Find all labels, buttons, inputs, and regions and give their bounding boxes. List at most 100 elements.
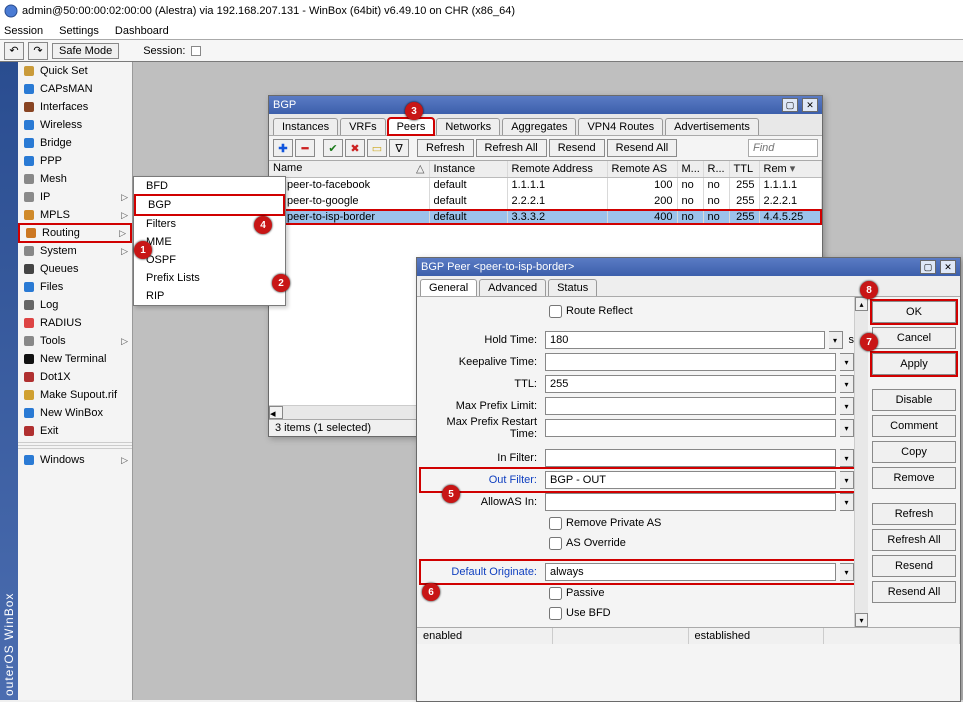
ok-button[interactable]: OK <box>872 301 956 323</box>
submenu-item-bfd[interactable]: BFD <box>134 177 285 195</box>
sidebar-item-wireless[interactable]: Wireless <box>18 116 132 134</box>
bgp-tab-networks[interactable]: Networks <box>436 118 500 135</box>
menu-dashboard[interactable]: Dashboard <box>115 25 169 37</box>
col-remote-as[interactable]: Remote AS <box>607 161 677 177</box>
bgp-tab-vrfs[interactable]: VRFs <box>340 118 386 135</box>
as-override-checkbox[interactable] <box>549 537 562 550</box>
bgp-tab-aggregates[interactable]: Aggregates <box>502 118 576 135</box>
peer-tab-advanced[interactable]: Advanced <box>479 279 546 296</box>
col-ttl[interactable]: TTL <box>729 161 759 177</box>
submenu-item-ospf[interactable]: OSPF <box>134 251 285 269</box>
peer-row[interactable]: peer-to-googledefault2.2.2.1200nono2552.… <box>269 193 822 209</box>
find-input[interactable] <box>748 139 818 157</box>
col-m-[interactable]: M... <box>677 161 703 177</box>
in-filter-field[interactable] <box>545 449 836 467</box>
minimize-icon[interactable]: ▢ <box>920 260 936 274</box>
sidebar-item-bridge[interactable]: Bridge <box>18 134 132 152</box>
minimize-icon[interactable]: ▢ <box>782 98 798 112</box>
out-filter-field[interactable] <box>545 471 836 489</box>
route-reflect-checkbox[interactable] <box>549 305 562 318</box>
remove-button[interactable]: ━ <box>295 139 315 157</box>
menu-settings[interactable]: Settings <box>59 25 99 37</box>
add-button[interactable]: ✚ <box>273 139 293 157</box>
redo-button[interactable]: ↷ <box>28 42 48 60</box>
sidebar-item-interfaces[interactable]: Interfaces <box>18 98 132 116</box>
menu-session[interactable]: Session <box>4 25 43 37</box>
refresh-button[interactable]: Refresh <box>417 139 474 157</box>
sidebar-item-new-winbox[interactable]: New WinBox <box>18 404 132 422</box>
remove-button[interactable]: Remove <box>872 467 956 489</box>
allowas-field[interactable] <box>545 493 836 511</box>
sidebar-item-make-supout-rif[interactable]: Make Supout.rif <box>18 386 132 404</box>
peer-window-titlebar[interactable]: BGP Peer <peer-to-isp-border> ▢ ✕ <box>417 258 960 276</box>
bgp-tab-vpn4-routes[interactable]: VPN4 Routes <box>578 118 663 135</box>
refresh-all-button[interactable]: Refresh All <box>872 529 956 551</box>
ttl-field[interactable] <box>545 375 836 393</box>
default-originate-field[interactable] <box>545 563 836 581</box>
bgp-tab-advertisements[interactable]: Advertisements <box>665 118 759 135</box>
safe-mode-button[interactable]: Safe Mode <box>52 43 119 59</box>
sidebar-item-files[interactable]: Files <box>18 278 132 296</box>
sidebar-item-exit[interactable]: Exit <box>18 422 132 440</box>
col-name[interactable]: Name △ <box>269 161 429 177</box>
resend-button[interactable]: Resend <box>872 555 956 577</box>
sidebar-item-capsman[interactable]: CAPsMAN <box>18 80 132 98</box>
filter-button[interactable]: ∇ <box>389 139 409 157</box>
hold-time-field[interactable] <box>545 331 825 349</box>
sidebar-item-ppp[interactable]: PPP <box>18 152 132 170</box>
refresh-all-button[interactable]: Refresh All <box>476 139 547 157</box>
sidebar-item-quick-set[interactable]: Quick Set <box>18 62 132 80</box>
submenu-item-mme[interactable]: MME <box>134 233 285 251</box>
sidebar-item-new-terminal[interactable]: New Terminal <box>18 350 132 368</box>
enable-button[interactable]: ✔ <box>323 139 343 157</box>
sidebar-item-windows[interactable]: Windows▷ <box>18 451 132 469</box>
keepalive-field[interactable] <box>545 353 836 371</box>
sidebar-item-radius[interactable]: RADIUS <box>18 314 132 332</box>
passive-checkbox[interactable] <box>549 587 562 600</box>
menu-icon <box>22 154 36 168</box>
sidebar-item-mesh[interactable]: Mesh <box>18 170 132 188</box>
close-icon[interactable]: ✕ <box>802 98 818 112</box>
sidebar-item-routing[interactable]: Routing▷ <box>18 223 132 243</box>
submenu-item-rip[interactable]: RIP <box>134 287 285 305</box>
sidebar-item-queues[interactable]: Queues <box>18 260 132 278</box>
resend-button[interactable]: Resend <box>549 139 605 157</box>
col-rem[interactable]: Rem ▾ <box>759 161 822 177</box>
bgp-window-titlebar[interactable]: BGP ▢ ✕ <box>269 96 822 114</box>
resend-all-button[interactable]: Resend All <box>872 581 956 603</box>
apply-button[interactable]: Apply <box>872 353 956 375</box>
peer-row[interactable]: peer-to-isp-borderdefault3.3.3.2400nono2… <box>269 209 822 225</box>
max-prefix-restart-field[interactable] <box>545 419 836 437</box>
cancel-button[interactable]: Cancel <box>872 327 956 349</box>
peer-row[interactable]: peer-to-facebookdefault1.1.1.1100nono255… <box>269 177 822 193</box>
sidebar-item-ip[interactable]: IP▷ <box>18 188 132 206</box>
submenu-item-bgp[interactable]: BGP <box>136 196 283 214</box>
dd-icon[interactable]: ▾ <box>829 331 843 349</box>
submenu-item-prefix-lists[interactable]: Prefix Lists <box>134 269 285 287</box>
sidebar-item-dot1x[interactable]: Dot1X <box>18 368 132 386</box>
bgp-tab-peers[interactable]: Peers <box>388 118 435 135</box>
menu-icon <box>22 406 36 420</box>
max-prefix-field[interactable] <box>545 397 836 415</box>
use-bfd-checkbox[interactable] <box>549 607 562 620</box>
sidebar-item-log[interactable]: Log <box>18 296 132 314</box>
peer-tab-general[interactable]: General <box>420 279 477 296</box>
sidebar-item-system[interactable]: System▷ <box>18 242 132 260</box>
col-instance[interactable]: Instance <box>429 161 507 177</box>
copy-button[interactable]: Copy <box>872 441 956 463</box>
disable-button[interactable]: Disable <box>872 389 956 411</box>
comment-button[interactable]: Comment <box>872 415 956 437</box>
col-remote-address[interactable]: Remote Address <box>507 161 607 177</box>
resend-all-button[interactable]: Resend All <box>607 139 678 157</box>
comment-button[interactable]: ▭ <box>367 139 387 157</box>
peer-tab-status[interactable]: Status <box>548 279 597 296</box>
sidebar-item-mpls[interactable]: MPLS▷ <box>18 206 132 224</box>
col-r-[interactable]: R... <box>703 161 729 177</box>
refresh-button[interactable]: Refresh <box>872 503 956 525</box>
bgp-tab-instances[interactable]: Instances <box>273 118 338 135</box>
disable-button[interactable]: ✖ <box>345 139 365 157</box>
remove-private-as-checkbox[interactable] <box>549 517 562 530</box>
undo-button[interactable]: ↶ <box>4 42 24 60</box>
close-icon[interactable]: ✕ <box>940 260 956 274</box>
sidebar-item-tools[interactable]: Tools▷ <box>18 332 132 350</box>
